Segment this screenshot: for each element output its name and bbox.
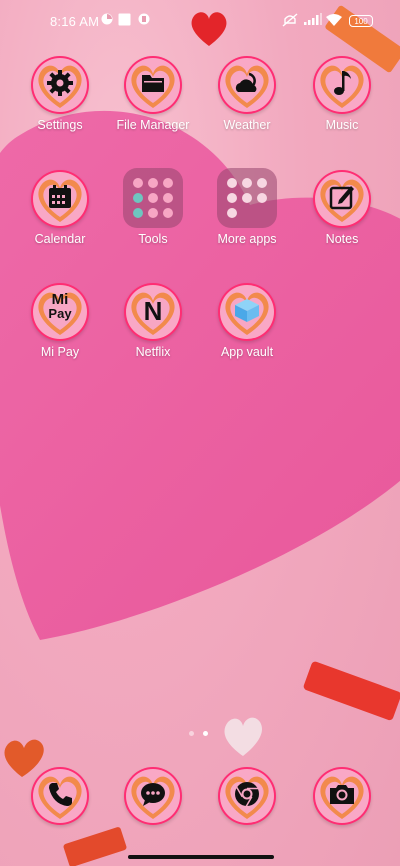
netflix-glyph: N <box>143 296 163 326</box>
signal-icon <box>304 13 322 25</box>
calendar-icon <box>31 170 89 228</box>
folder-more-apps[interactable]: More apps <box>202 168 292 246</box>
netflix-icon: N <box>124 283 182 341</box>
app-app-vault[interactable]: App vault <box>202 283 292 359</box>
red-ribbon-decoration <box>303 661 400 721</box>
app-calendar[interactable]: Calendar <box>15 170 105 246</box>
mi-pay-icon: Mi Pay <box>31 283 89 341</box>
app-file-manager[interactable]: File Manager <box>108 56 198 132</box>
app-label: Netflix <box>135 345 171 359</box>
app-vault-icon <box>218 283 276 341</box>
mi-pay-glyph-top: Mi <box>51 291 69 308</box>
camera-icon <box>313 767 371 825</box>
page-dot-active <box>203 731 208 736</box>
app-label: Settings <box>37 118 83 132</box>
music-icon <box>313 56 371 114</box>
weather-icon <box>218 56 276 114</box>
tools-folder-icon <box>123 168 183 228</box>
app-settings[interactable]: Settings <box>15 56 105 132</box>
mute-icon <box>282 13 298 27</box>
gesture-bar[interactable] <box>128 855 274 859</box>
phone-icon <box>31 767 89 825</box>
notification-badge-icon <box>101 13 113 25</box>
app-netflix[interactable]: N Netflix <box>108 283 198 359</box>
wifi-icon <box>326 14 342 26</box>
app-label: File Manager <box>116 118 190 132</box>
folder-tools[interactable]: Tools <box>108 168 198 246</box>
app-music[interactable]: Music <box>297 56 387 132</box>
app-label: Calendar <box>34 232 86 246</box>
battery-icon: 100 <box>349 15 373 27</box>
messages-icon <box>124 767 182 825</box>
app-label: App vault <box>220 345 274 359</box>
app-label: Mi Pay <box>40 345 80 359</box>
dock-camera[interactable] <box>297 767 387 825</box>
app-mi-pay[interactable]: Mi Pay Mi Pay <box>15 283 105 359</box>
page-dot <box>189 731 194 736</box>
dock-messages[interactable] <box>108 767 198 825</box>
app-badge-icon <box>138 13 150 25</box>
stop-square-icon <box>118 13 131 26</box>
red-ribbon-bottom-decoration <box>63 827 127 866</box>
app-label: Notes <box>325 232 359 246</box>
app-label: More apps <box>217 232 277 246</box>
settings-icon <box>31 56 89 114</box>
dock-chrome[interactable] <box>202 767 292 825</box>
app-label: Tools <box>138 232 168 246</box>
app-label: Weather <box>223 118 271 132</box>
app-notes[interactable]: Notes <box>297 170 387 246</box>
folder-icon <box>124 56 182 114</box>
chrome-icon <box>218 767 276 825</box>
app-label: Music <box>325 118 359 132</box>
mi-pay-glyph-bottom: Pay <box>48 306 72 321</box>
dock-phone[interactable] <box>15 767 105 825</box>
status-bar: 8:16 AM 100 <box>0 0 400 44</box>
clock: 8:16 AM <box>50 14 100 29</box>
white-heart-decoration <box>224 717 263 756</box>
app-weather[interactable]: Weather <box>202 56 292 132</box>
more-apps-folder-icon <box>217 168 277 228</box>
notes-icon <box>313 170 371 228</box>
